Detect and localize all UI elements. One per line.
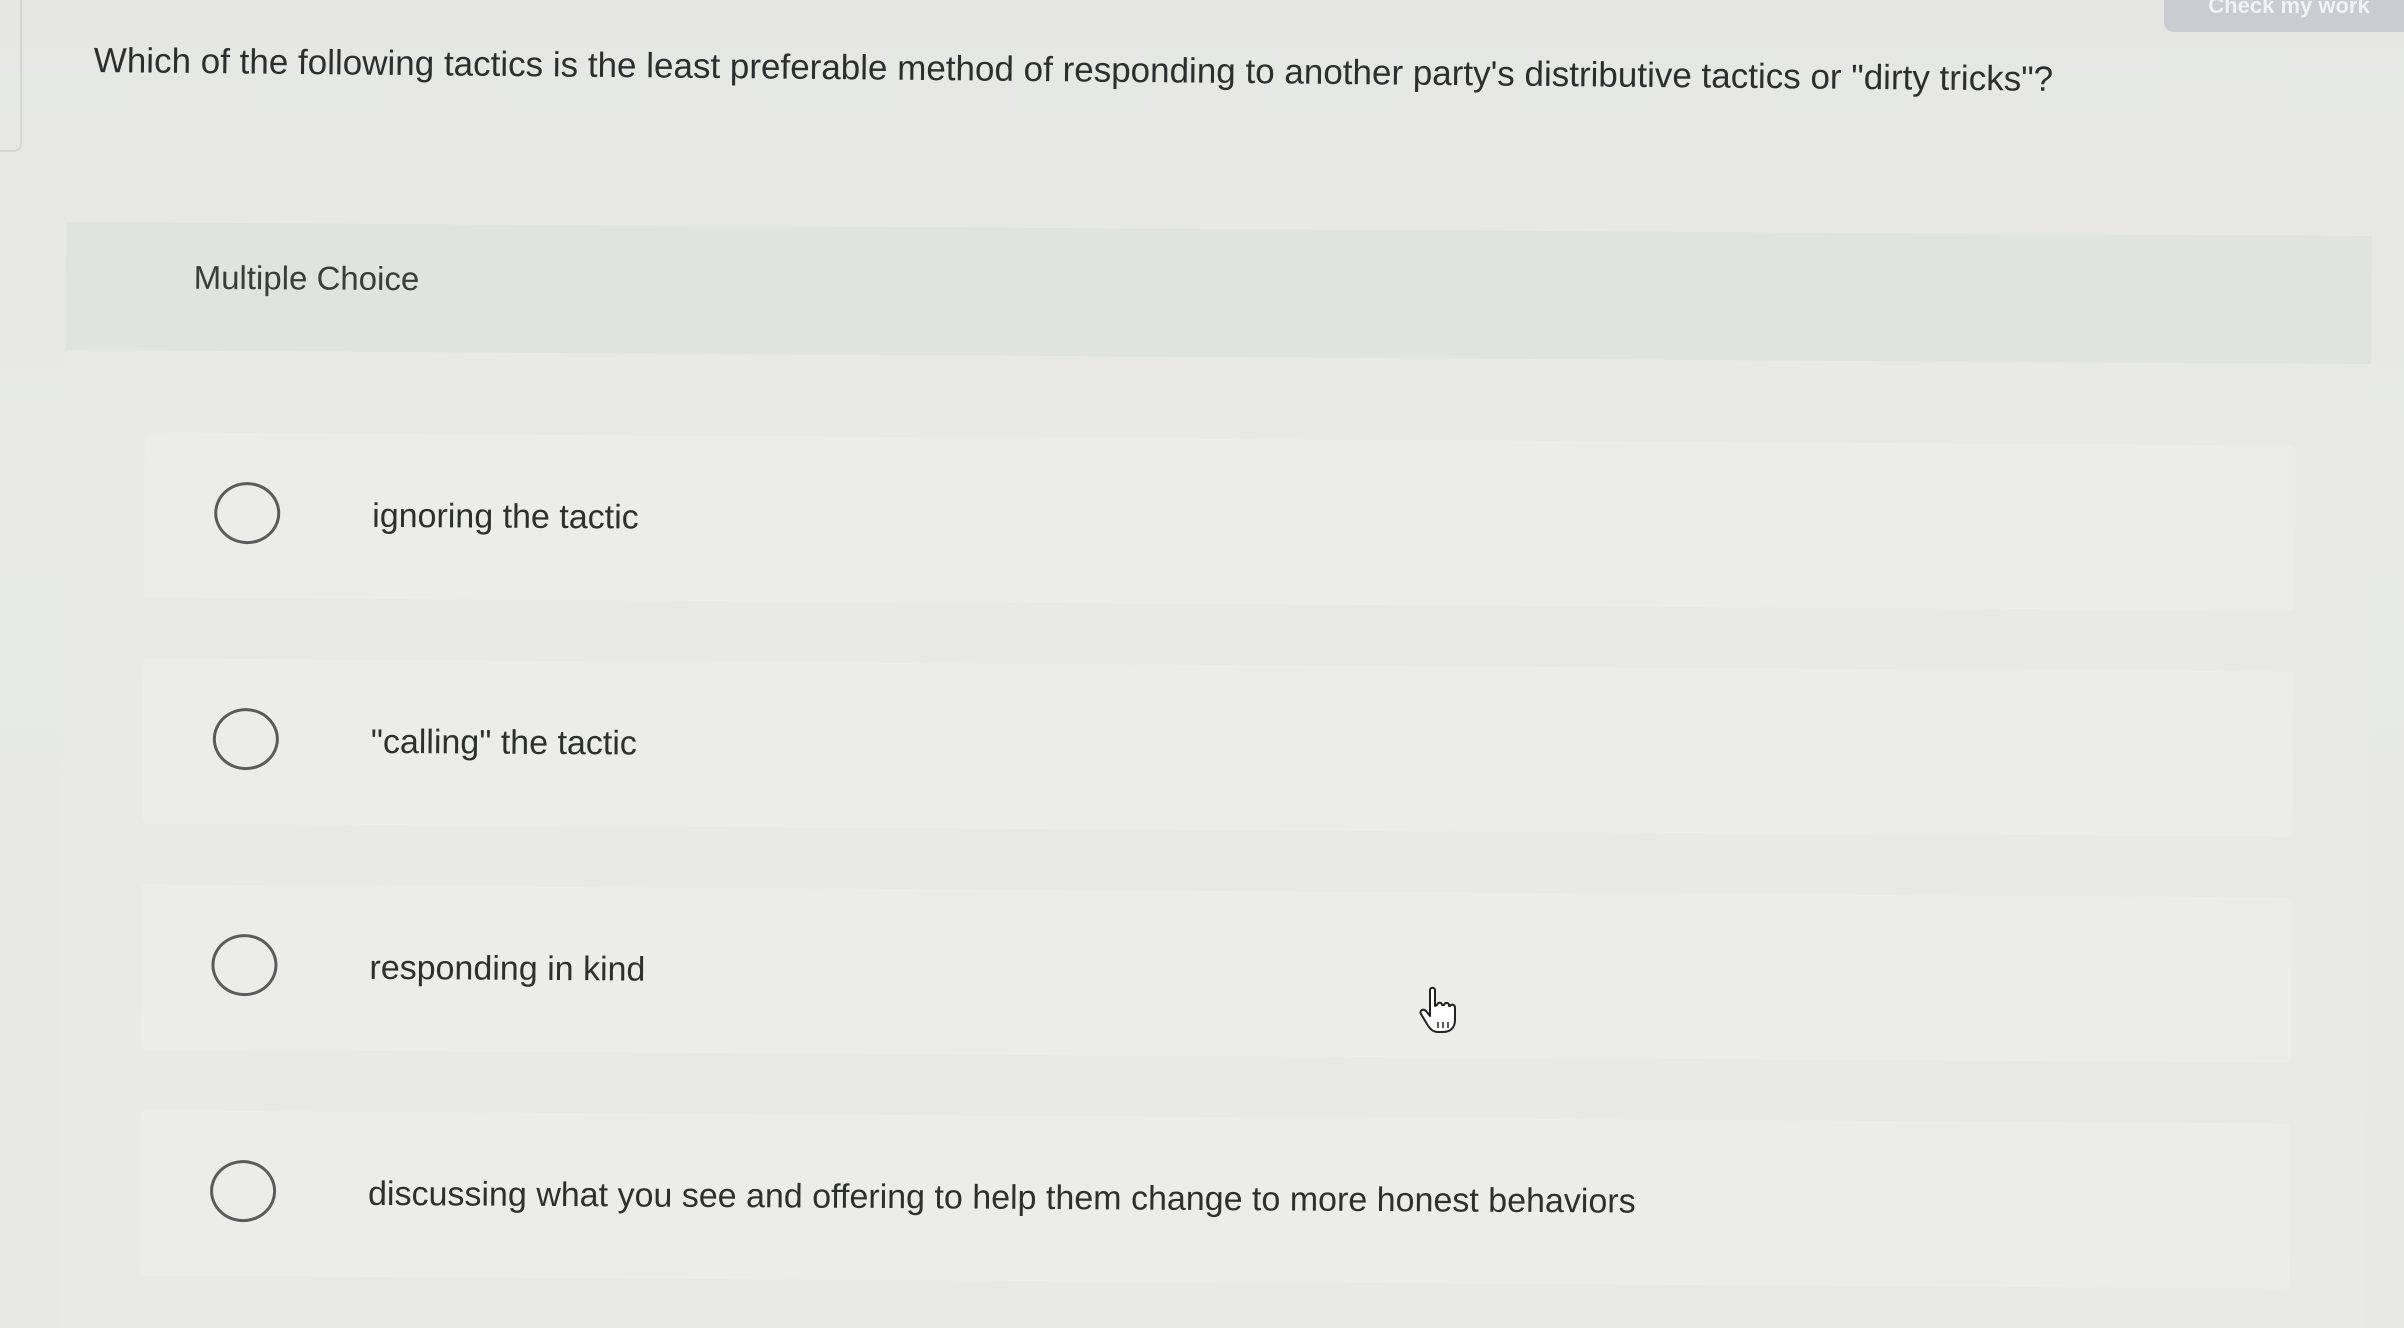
answer-option-1[interactable]: ignoring the tactic xyxy=(143,432,2295,611)
check-my-work-button[interactable]: Check my work xyxy=(2164,0,2404,32)
answer-option-2[interactable]: "calling" the tactic xyxy=(142,658,2294,837)
multiple-choice-panel: Multiple Choice ignoring the tactic "cal… xyxy=(59,222,2372,1328)
radio-unselected-icon[interactable] xyxy=(212,707,280,770)
answer-option-3[interactable]: responding in kind xyxy=(140,884,2292,1063)
radio-unselected-icon[interactable] xyxy=(209,1159,277,1222)
radio-unselected-icon[interactable] xyxy=(211,933,278,996)
page: Check my work Which of the following tac… xyxy=(0,0,2404,1328)
hand-pointer-icon xyxy=(1419,986,1456,1033)
answer-option-4[interactable]: discussing what you see and offering to … xyxy=(139,1110,2291,1289)
question-text: Which of the following tactics is the le… xyxy=(93,40,2054,99)
multiple-choice-title: Multiple Choice xyxy=(193,258,420,298)
answer-option-label[interactable]: ignoring the tactic xyxy=(372,492,639,540)
left-panel-edge xyxy=(0,0,22,152)
answer-option-label[interactable]: "calling" the tactic xyxy=(371,718,637,766)
answer-option-label[interactable]: discussing what you see and offering to … xyxy=(368,1170,1636,1224)
multiple-choice-header: Multiple Choice xyxy=(65,222,2372,365)
answer-option-label[interactable]: responding in kind xyxy=(369,944,645,992)
radio-unselected-icon[interactable] xyxy=(214,481,281,544)
